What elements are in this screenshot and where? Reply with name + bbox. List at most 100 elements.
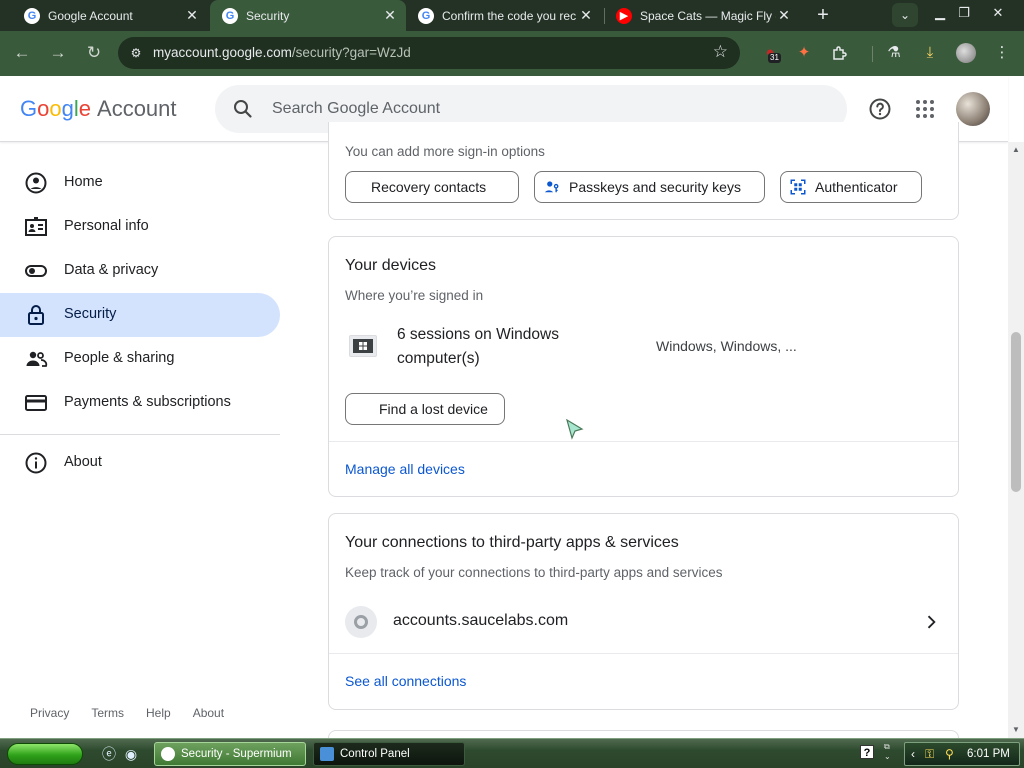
download-icon[interactable]: ⤓ <box>918 41 942 65</box>
tray-key-icon[interactable]: ⚿ <box>925 747 934 762</box>
card-divider <box>329 653 958 654</box>
more-menu-icon[interactable]: ⋮ <box>990 41 1014 65</box>
sidebar-item-about[interactable]: About <box>0 441 280 485</box>
tab-google-account[interactable]: G Google Account ✕ <box>0 0 208 31</box>
sessions-text[interactable]: 6 sessions on Windows computer(s) <box>397 323 597 371</box>
card-divider <box>329 441 958 442</box>
mouse-cursor-icon <box>566 419 584 440</box>
authenticator-chip[interactable]: Authenticator <box>780 171 922 203</box>
url-path: /security?gar=WzJd <box>291 45 411 60</box>
google-apps-icon[interactable] <box>914 98 934 118</box>
start-button[interactable] <box>7 743 83 765</box>
taskbar-item-label: Control Panel <box>340 748 410 760</box>
signin-options-text: You can add more sign-in options <box>345 144 545 159</box>
close-icon[interactable]: ✕ <box>184 7 200 24</box>
connection-name[interactable]: accounts.saucelabs.com <box>393 612 568 630</box>
people-icon <box>26 351 48 367</box>
scrollbar-thumb[interactable] <box>1011 332 1021 492</box>
google-account-logo[interactable]: Google Account <box>20 96 177 122</box>
sidebar-nav: Home Personal info Data & privacy Securi… <box>0 142 300 738</box>
tab-space-cats[interactable]: ▶ Space Cats — Magic Fly - ✕ <box>604 0 800 31</box>
tray-search-icon[interactable]: ⚲ <box>945 747 954 761</box>
extension-orange-icon[interactable]: ✦ <box>792 41 816 65</box>
tab-title: Confirm the code you rec <box>442 8 577 23</box>
chevron-down-icon: ⌄ <box>899 8 911 22</box>
browser-tab-strip: G Google Account ✕ G Security ✕ G Confir… <box>0 0 1024 31</box>
lock-icon <box>28 305 44 325</box>
reload-button[interactable]: ↻ <box>82 41 106 65</box>
scroll-down-icon[interactable]: ▼ <box>1012 726 1020 734</box>
close-icon[interactable]: ✕ <box>776 7 792 24</box>
window-close-button[interactable]: ✕ <box>987 2 1009 24</box>
close-icon[interactable]: ✕ <box>578 7 594 24</box>
page-scrollbar[interactable]: ▲ ▼ <box>1008 142 1024 738</box>
tab-title: Security <box>246 8 290 23</box>
labs-flask-icon[interactable]: ⚗ <box>882 41 906 65</box>
sidebar-item-home[interactable]: Home <box>0 161 280 205</box>
footer-help-link[interactable]: Help <box>146 706 171 720</box>
passkeys-chip[interactable]: Passkeys and security keys <box>534 171 765 203</box>
tab-security[interactable]: G Security ✕ <box>210 0 406 31</box>
screen: G Google Account ✕ G Security ✕ G Confir… <box>0 0 1024 768</box>
footer-privacy-link[interactable]: Privacy <box>30 706 69 720</box>
see-all-connections-link[interactable]: See all connections <box>345 673 466 689</box>
address-bar[interactable]: ⚙ myaccount.google.com/security?gar=WzJd… <box>118 37 740 69</box>
recovery-contacts-chip[interactable]: Recovery contacts <box>345 171 519 203</box>
tab-title: Google Account <box>48 8 133 23</box>
sidebar-item-payments[interactable]: Payments & subscriptions <box>0 381 280 425</box>
chip-label: Passkeys and security keys <box>569 179 741 195</box>
manage-all-devices-link[interactable]: Manage all devices <box>345 461 465 477</box>
help-tray-icon[interactable]: ? <box>860 745 874 759</box>
close-icon[interactable]: ✕ <box>382 7 398 24</box>
tab-confirm-code[interactable]: G Confirm the code you rec ✕ <box>406 0 602 31</box>
sidebar-item-label: Home <box>64 174 103 190</box>
minimize-button[interactable]: ▁ <box>929 2 951 24</box>
taskbar-item-label: Security - Supermium <box>181 748 292 760</box>
chevron-right-icon[interactable] <box>921 612 941 632</box>
extensions-puzzle-icon[interactable] <box>828 41 852 65</box>
control-panel-icon <box>320 747 334 761</box>
logo-suffix: Account <box>97 96 177 121</box>
system-tray: ‹ ⚿ ⚲ 6:01 PM <box>904 742 1020 766</box>
forward-button[interactable]: → <box>46 41 70 65</box>
sidebar-item-people-sharing[interactable]: People & sharing <box>0 337 280 381</box>
clock[interactable]: 6:01 PM <box>967 748 1010 760</box>
new-tab-button[interactable]: + <box>812 4 834 26</box>
google-g-icon: G <box>418 7 434 24</box>
site-info-icon[interactable]: ⚙ <box>128 45 144 61</box>
footer-terms-link[interactable]: Terms <box>91 706 124 720</box>
extension-icon[interactable]: ●31 <box>758 41 782 65</box>
restore-button[interactable]: ❐ <box>953 2 975 24</box>
button-label: Find a lost device <box>379 401 488 417</box>
scroll-up-icon[interactable]: ▲ <box>1012 146 1020 154</box>
url-host: myaccount.google.com <box>153 45 292 60</box>
find-lost-device-button[interactable]: Find a lost device <box>345 393 505 425</box>
bookmark-star-icon[interactable]: ☆ <box>713 42 728 62</box>
device-names: Windows, Windows, ... <box>656 338 797 354</box>
signin-options-card: You can add more sign-in options Recover… <box>328 122 959 220</box>
tab-search-button[interactable]: ⌄ <box>892 3 918 27</box>
sidebar-item-security[interactable]: Security <box>0 293 280 337</box>
toolbar-separator <box>872 46 873 62</box>
google-g-icon: G <box>222 7 238 24</box>
sidebar-item-data-privacy[interactable]: Data & privacy <box>0 249 280 293</box>
profile-avatar[interactable] <box>956 43 976 63</box>
sidebar-item-personal-info[interactable]: Personal info <box>0 205 280 249</box>
search-icon[interactable] <box>231 97 255 121</box>
footer-about-link[interactable]: About <box>193 706 224 720</box>
back-button[interactable]: ← <box>10 41 34 65</box>
search-input[interactable] <box>272 97 812 121</box>
tray-expand-icon[interactable]: ⧉ ⌄ <box>884 742 894 764</box>
quick-launch-icon[interactable]: ◉ <box>122 745 140 763</box>
tray-arrow-icon[interactable]: ‹ <box>911 747 915 761</box>
passkey-icon <box>544 181 559 193</box>
taskbar-item-control-panel[interactable]: Control Panel <box>313 742 465 766</box>
browser-icon <box>161 747 175 761</box>
internet-explorer-icon[interactable]: ⓔ <box>100 745 118 763</box>
taskbar-item-supermium[interactable]: Security - Supermium <box>154 742 306 766</box>
youtube-icon: ▶ <box>616 7 632 24</box>
os-taskbar: ⓔ ◉ Security - Supermium Control Panel ?… <box>0 738 1024 768</box>
google-logo-icon: Google <box>20 96 92 121</box>
account-avatar[interactable] <box>956 92 990 126</box>
help-icon[interactable] <box>868 97 892 121</box>
